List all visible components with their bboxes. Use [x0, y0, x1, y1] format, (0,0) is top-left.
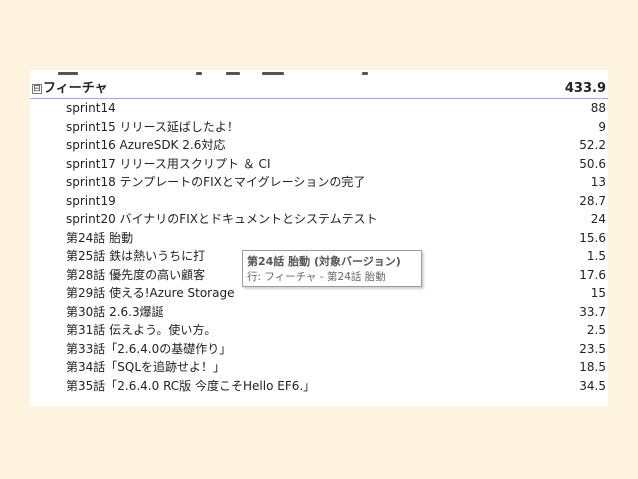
- row-label: 第33話「2.6.4.0の基礎作り」: [66, 341, 232, 356]
- table-row[interactable]: 第33話「2.6.4.0の基礎作り」 23.5: [30, 340, 608, 359]
- row-label: 第24話 胎動: [66, 230, 134, 245]
- row-label: sprint15 リリース延ばしたよ！: [66, 119, 239, 134]
- row-label: 第31話 伝えよう。使い方。: [66, 323, 217, 337]
- row-label: sprint16 AzureSDK 2.6対応: [66, 138, 226, 152]
- table-row[interactable]: 第30話 2.6.3爆誕 33.7: [30, 303, 608, 322]
- tooltip-title: 第24話 胎動 (対象バージョン): [247, 255, 401, 268]
- row-value: 13: [590, 175, 606, 189]
- row-label: 第29話 使える!Azure Storage: [66, 286, 235, 300]
- table-row[interactable]: sprint20 バイナリのFIXとドキュメントとシステムテスト 24: [30, 210, 608, 229]
- row-label: sprint19: [66, 193, 116, 208]
- row-value: 34.5: [579, 378, 606, 393]
- row-value: 1.5: [586, 249, 606, 263]
- group-total: 433.9: [564, 81, 606, 96]
- row-value: 28.7: [579, 193, 606, 208]
- table-row[interactable]: sprint14 88: [30, 99, 608, 118]
- row-value: 24: [590, 212, 606, 226]
- row-value: 88: [590, 101, 606, 115]
- row-value: 17.6: [579, 267, 606, 282]
- table-row[interactable]: 第34話「SQLを追跡せよ！」 18.5: [30, 358, 608, 377]
- tooltip-subtitle: 行: フィーチャ - 第24話 胎動: [247, 271, 386, 283]
- table-row[interactable]: sprint18 テンプレートのFIXとマイグレーションの完了 13: [30, 173, 608, 192]
- pivot-table: ⊟ フィーチャ 433.9 sprint14 88 sprint15 リリース延ばし…: [30, 70, 608, 406]
- row-value: 15.6: [579, 230, 606, 245]
- group-header-row[interactable]: ⊟ フィーチャ 433.9: [30, 80, 608, 99]
- clipped-row-above: [30, 70, 608, 79]
- table-row[interactable]: 第31話 伝えよう。使い方。 2.5: [30, 321, 608, 340]
- row-value: 2.5: [586, 323, 606, 337]
- row-value: 15: [590, 286, 606, 300]
- table-row[interactable]: sprint16 AzureSDK 2.6対応 52.2: [30, 136, 608, 155]
- table-row[interactable]: 第24話 胎動 15.6: [30, 229, 608, 248]
- row-value: 23.5: [579, 341, 606, 356]
- table-row[interactable]: sprint17 リリース用スクリプト ＆ CI 50.6: [30, 155, 608, 174]
- row-value: 52.2: [579, 138, 606, 152]
- row-value: 50.6: [579, 156, 606, 171]
- table-row[interactable]: sprint19 28.7: [30, 192, 608, 211]
- table-row[interactable]: 第35話「2.6.4.0 RC版 今度こそHello EF6.」 34.5: [30, 377, 608, 396]
- row-value: 18.5: [579, 360, 606, 374]
- row-label: 第34話「SQLを追跡せよ！」: [66, 360, 226, 374]
- row-label: 第28話 優先度の高い顧客: [66, 267, 206, 282]
- row-value: 33.7: [579, 304, 606, 319]
- row-label: 第25話 鉄は熱いうちに打: [66, 249, 206, 263]
- table-row[interactable]: sprint15 リリース延ばしたよ！ 9: [30, 118, 608, 137]
- tooltip: 第24話 胎動 (対象バージョン) 行: フィーチャ - 第24話 胎動: [242, 250, 422, 287]
- row-label: sprint18 テンプレートのFIXとマイグレーションの完了: [66, 175, 366, 189]
- row-label: sprint14: [66, 101, 116, 115]
- row-label: 第35話「2.6.4.0 RC版 今度こそHello EF6.」: [66, 378, 316, 393]
- row-label: sprint20 バイナリのFIXとドキュメントとシステムテスト: [66, 212, 378, 226]
- row-label: 第30話 2.6.3爆誕: [66, 304, 164, 319]
- row-value: 9: [598, 119, 606, 134]
- collapse-icon[interactable]: ⊟: [32, 84, 42, 94]
- data-rows: sprint14 88 sprint15 リリース延ばしたよ！ 9 sprint16 A…: [30, 99, 608, 395]
- row-label: sprint17 リリース用スクリプト ＆ CI: [66, 156, 271, 171]
- group-label: フィーチャ: [43, 81, 108, 96]
